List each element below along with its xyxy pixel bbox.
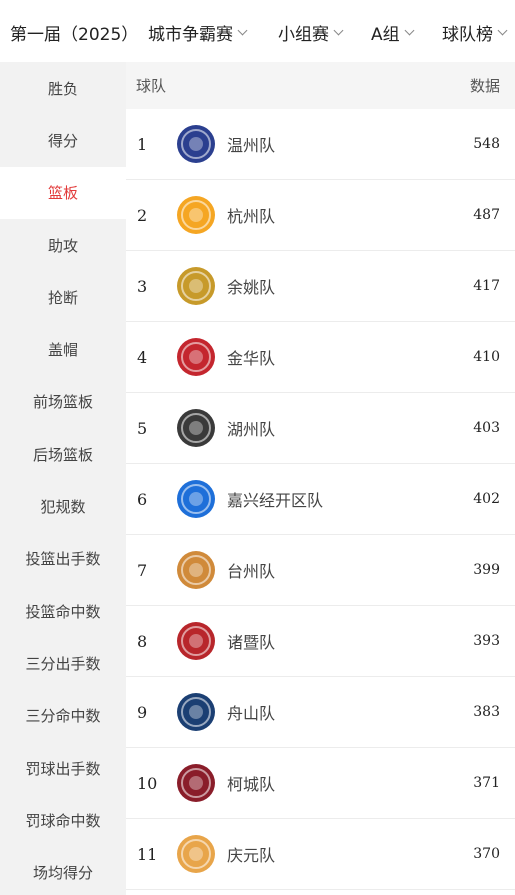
rank-number: 8 bbox=[137, 631, 148, 651]
stat-value: 371 bbox=[473, 775, 500, 791]
rank-number: 6 bbox=[137, 489, 148, 509]
sidebar-item-steals[interactable]: 抢断 bbox=[0, 271, 126, 323]
table-body: 1 温州队 548 2 杭州队 487 3 余姚队 417 4 金华队 410 5 湖州队 403 6 嘉兴经开… bbox=[126, 109, 515, 890]
season-selector[interactable]: 第一届（2025） bbox=[10, 20, 138, 45]
stat-value: 417 bbox=[473, 278, 500, 294]
team-name: 金华队 bbox=[227, 349, 276, 368]
team-name: 庆元队 bbox=[227, 846, 276, 865]
team-name: 诸暨队 bbox=[227, 633, 276, 652]
team-name: 余姚队 bbox=[227, 278, 276, 297]
sidebar-item-fouls[interactable]: 犯规数 bbox=[0, 480, 126, 532]
chevron-down-icon bbox=[333, 25, 344, 36]
team-logo-icon bbox=[176, 195, 216, 235]
table-row[interactable]: 1 温州队 548 bbox=[126, 109, 515, 180]
rank-number: 9 bbox=[137, 702, 148, 722]
sidebar-item-3pt-made[interactable]: 三分命中数 bbox=[0, 690, 126, 742]
table-row[interactable]: 11 庆元队 370 bbox=[126, 819, 515, 890]
top-filter-bar: 第一届（2025） 城市争霸赛 小组赛 A组 球队榜 bbox=[0, 0, 515, 62]
team-name: 杭州队 bbox=[227, 207, 276, 226]
table-header: 球队 数据 bbox=[126, 62, 515, 109]
team-logo-icon bbox=[176, 834, 216, 874]
rank-type-dropdown-label: 球队榜 bbox=[442, 25, 493, 45]
sidebar-item-ft-attempts[interactable]: 罚球出手数 bbox=[0, 742, 126, 794]
team-name: 湖州队 bbox=[227, 420, 276, 439]
sidebar-item-blocks[interactable]: 盖帽 bbox=[0, 323, 126, 375]
sidebar-item-offensive-rebounds[interactable]: 前场篮板 bbox=[0, 376, 126, 428]
sidebar-item-defensive-rebounds[interactable]: 后场篮板 bbox=[0, 428, 126, 480]
table-row[interactable]: 4 金华队 410 bbox=[126, 322, 515, 393]
stat-value: 383 bbox=[473, 704, 500, 720]
stat-value: 393 bbox=[473, 633, 500, 649]
stat-value: 487 bbox=[473, 207, 500, 223]
stat-value: 548 bbox=[473, 136, 500, 152]
stat-value: 399 bbox=[473, 562, 500, 578]
table-row[interactable]: 8 诸暨队 393 bbox=[126, 606, 515, 677]
team-logo-icon bbox=[176, 408, 216, 448]
team-logo-icon bbox=[176, 479, 216, 519]
sidebar-item-fg-attempts[interactable]: 投篮出手数 bbox=[0, 533, 126, 585]
rank-number: 1 bbox=[137, 134, 148, 154]
column-header-data: 数据 bbox=[469, 77, 500, 95]
table-row[interactable]: 9 舟山队 383 bbox=[126, 677, 515, 748]
competition-dropdown[interactable]: 城市争霸赛 bbox=[148, 20, 248, 45]
team-name: 柯城队 bbox=[227, 775, 276, 794]
team-name: 温州队 bbox=[227, 136, 276, 155]
stat-category-sidebar: 胜负 得分 篮板 助攻 抢断 盖帽 前场篮板 后场篮板 犯规数 投篮出手数 投篮… bbox=[0, 62, 126, 895]
team-logo-icon bbox=[176, 550, 216, 590]
team-logo-icon bbox=[176, 692, 216, 732]
rank-number: 2 bbox=[137, 205, 148, 225]
group-dropdown-label: A组 bbox=[371, 25, 400, 45]
table-row[interactable]: 7 台州队 399 bbox=[126, 535, 515, 606]
team-logo-icon bbox=[176, 337, 216, 377]
table-row[interactable]: 2 杭州队 487 bbox=[126, 180, 515, 251]
sidebar-item-ft-made[interactable]: 罚球命中数 bbox=[0, 794, 126, 846]
team-logo-icon bbox=[176, 621, 216, 661]
chevron-down-icon bbox=[237, 25, 248, 36]
table-row[interactable]: 10 柯城队 371 bbox=[126, 748, 515, 819]
stage-dropdown[interactable]: 小组赛 bbox=[278, 20, 344, 45]
competition-dropdown-label: 城市争霸赛 bbox=[148, 25, 233, 45]
team-name: 舟山队 bbox=[227, 704, 276, 723]
team-logo-icon bbox=[176, 124, 216, 164]
sidebar-item-avg-points[interactable]: 场均得分 bbox=[0, 846, 126, 895]
rank-number: 5 bbox=[137, 418, 148, 438]
sidebar-item-rebounds[interactable]: 篮板 bbox=[0, 166, 126, 219]
stat-value: 402 bbox=[473, 491, 500, 507]
sidebar-item-3pt-attempts[interactable]: 三分出手数 bbox=[0, 637, 126, 689]
team-name: 台州队 bbox=[227, 562, 276, 581]
table-row[interactable]: 5 湖州队 403 bbox=[126, 393, 515, 464]
column-header-team: 球队 bbox=[136, 77, 167, 95]
team-logo-icon bbox=[176, 763, 216, 803]
sidebar-item-points[interactable]: 得分 bbox=[0, 114, 126, 166]
stage-dropdown-label: 小组赛 bbox=[278, 25, 329, 45]
rank-number: 4 bbox=[137, 347, 148, 367]
team-logo-icon bbox=[176, 266, 216, 306]
stat-value: 410 bbox=[473, 349, 500, 365]
chevron-down-icon bbox=[497, 25, 508, 36]
sidebar-item-wins-losses[interactable]: 胜负 bbox=[0, 62, 126, 114]
rank-number: 3 bbox=[137, 276, 148, 296]
team-ranking-table: 球队 数据 1 温州队 548 2 杭州队 487 3 余姚队 417 4 金华队 410 5 湖州队 40… bbox=[126, 62, 515, 895]
chevron-down-icon bbox=[404, 25, 415, 36]
table-row[interactable]: 3 余姚队 417 bbox=[126, 251, 515, 322]
stat-value: 403 bbox=[473, 420, 500, 436]
rank-number: 7 bbox=[137, 560, 148, 580]
rank-number: 11 bbox=[137, 844, 158, 864]
rank-type-dropdown[interactable]: 球队榜 bbox=[442, 20, 508, 45]
team-name: 嘉兴经开区队 bbox=[227, 491, 324, 510]
sidebar-item-assists[interactable]: 助攻 bbox=[0, 219, 126, 271]
sidebar-item-fg-made[interactable]: 投篮命中数 bbox=[0, 585, 126, 637]
group-dropdown[interactable]: A组 bbox=[371, 20, 415, 45]
rank-number: 10 bbox=[137, 773, 158, 793]
stat-value: 370 bbox=[473, 846, 500, 862]
table-row[interactable]: 6 嘉兴经开区队 402 bbox=[126, 464, 515, 535]
